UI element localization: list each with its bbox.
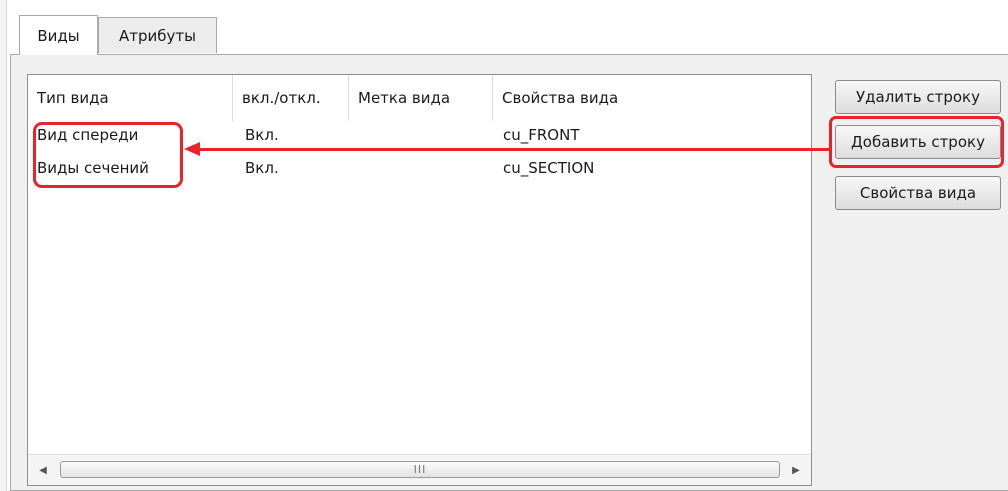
- view-properties-label: Свойства вида: [859, 184, 977, 202]
- annotation-arrow-line: [198, 148, 831, 151]
- cell-on-off: Вкл.: [245, 159, 279, 177]
- tab-attributes-label: Атрибуты: [119, 26, 196, 45]
- tab-views[interactable]: Виды: [19, 15, 98, 55]
- horizontal-scrollbar[interactable]: ◀ III ▶: [28, 454, 811, 485]
- view-properties-button[interactable]: Свойства вида: [835, 176, 1001, 210]
- cell-view-properties: cu_FRONT: [503, 126, 580, 144]
- window-left-edge: [0, 0, 7, 491]
- tab-views-label: Виды: [37, 26, 80, 45]
- highlight-add-button-box: [829, 116, 1004, 168]
- scroll-right-icon[interactable]: ▶: [781, 455, 811, 485]
- grip-icon: III: [413, 463, 427, 476]
- arrow-left-icon: [184, 142, 200, 156]
- cell-view-properties: cu_SECTION: [503, 159, 595, 177]
- tab-attributes[interactable]: Атрибуты: [98, 17, 217, 53]
- cell-on-off: Вкл.: [245, 126, 279, 144]
- delete-row-button[interactable]: Удалить строку: [835, 80, 1001, 114]
- scrollbar-thumb[interactable]: III: [60, 461, 780, 478]
- column-header-view-type[interactable]: Тип вида: [28, 75, 233, 121]
- table-header: Тип вида вкл./откл. Метка вида Свойства …: [28, 75, 811, 121]
- column-header-view-properties[interactable]: Свойства вида: [493, 75, 811, 121]
- column-header-on-off[interactable]: вкл./откл.: [233, 75, 349, 121]
- delete-row-label: Удалить строку: [855, 88, 980, 106]
- column-header-view-label[interactable]: Метка вида: [349, 75, 493, 121]
- highlight-rows-box: [33, 122, 183, 188]
- scroll-left-icon[interactable]: ◀: [28, 455, 58, 485]
